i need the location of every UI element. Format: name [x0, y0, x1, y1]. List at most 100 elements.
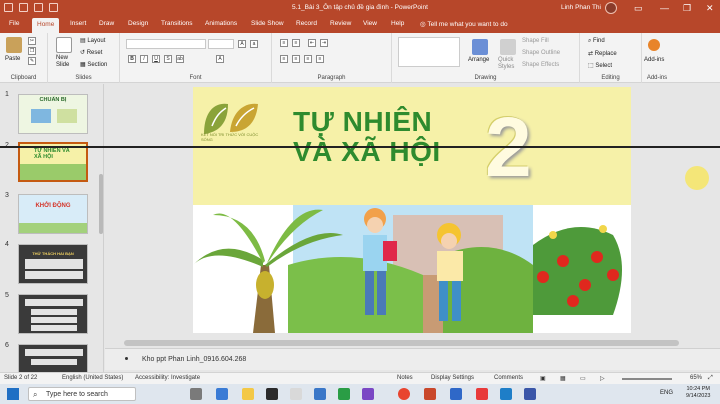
- undo-icon[interactable]: [19, 3, 28, 12]
- input-language[interactable]: ENG: [660, 390, 673, 396]
- store-icon[interactable]: [266, 388, 278, 400]
- align-left-icon[interactable]: ≡: [280, 55, 288, 63]
- reading-view-icon[interactable]: ▭: [580, 375, 586, 382]
- notes-toggle[interactable]: Notes: [397, 375, 413, 381]
- accessibility-status[interactable]: Accessibility: Investigate: [135, 375, 200, 381]
- find-button[interactable]: ⌕ Find: [588, 38, 605, 45]
- language-status[interactable]: English (United States): [62, 375, 123, 381]
- underline-icon[interactable]: U: [152, 55, 160, 63]
- start-from-beginning-icon[interactable]: [49, 3, 58, 12]
- font-size-select[interactable]: [208, 39, 234, 49]
- font-family-select[interactable]: [126, 39, 206, 49]
- tell-me-search[interactable]: ◎ Tell me what you want to do: [420, 20, 508, 28]
- tab-insert[interactable]: Insert: [70, 20, 86, 27]
- onenote-icon[interactable]: [362, 388, 374, 400]
- close-button[interactable]: ✕: [706, 2, 714, 14]
- horizontal-scroll-thumb[interactable]: [124, 340, 679, 346]
- zoom-level[interactable]: 65%: [690, 375, 702, 381]
- align-center-icon[interactable]: ≡: [292, 55, 300, 63]
- excel-icon[interactable]: [338, 388, 350, 400]
- edge-icon[interactable]: [216, 388, 228, 400]
- slideshow-icon[interactable]: ▷: [600, 375, 605, 382]
- increase-font-icon[interactable]: A: [238, 40, 246, 48]
- arrange-button[interactable]: Arrange: [468, 57, 489, 63]
- font-color-icon[interactable]: A: [216, 55, 224, 63]
- decrease-font-icon[interactable]: a: [250, 40, 258, 48]
- tab-slide-show[interactable]: Slide Show: [251, 20, 284, 27]
- shape-fill-button[interactable]: Shape Fill: [522, 38, 549, 44]
- slide-canvas[interactable]: KẾT NỐI TRI THỨC VỚI CUỘC SỐNG TỰ NHIÊN …: [193, 87, 631, 333]
- slide-thumbnail-6[interactable]: [18, 344, 88, 372]
- select-button[interactable]: ⬚ Select: [588, 62, 612, 69]
- bold-icon[interactable]: B: [128, 55, 136, 63]
- slide-thumbnail-5[interactable]: [18, 294, 88, 334]
- increase-indent-icon[interactable]: ⇥: [320, 39, 328, 47]
- numbering-icon[interactable]: ≡: [292, 39, 300, 47]
- tab-transitions[interactable]: Transitions: [161, 20, 193, 27]
- fit-slide-icon[interactable]: ⤢: [708, 375, 713, 382]
- new-slide-button[interactable]: New Slide: [56, 55, 69, 69]
- user-name[interactable]: Linh Phan Thi: [561, 4, 601, 11]
- slide-thumbnail-panel[interactable]: 1 CHUẨN BỊ 2 TỰ NHIÊN VÀ XÃ HỘI 3 KHỞI Đ…: [0, 84, 104, 372]
- arrange-icon[interactable]: [472, 39, 488, 55]
- tab-animations[interactable]: Animations: [205, 20, 237, 27]
- copy-icon[interactable]: ❐: [28, 47, 36, 55]
- shapes-gallery[interactable]: [398, 37, 460, 67]
- shadow-icon[interactable]: S: [164, 55, 172, 63]
- slide-title-line2[interactable]: VÀ XÃ HỘI: [293, 137, 441, 167]
- horizontal-scrollbar[interactable]: [110, 339, 715, 347]
- addins-icon[interactable]: [648, 39, 660, 51]
- align-right-icon[interactable]: ≡: [304, 55, 312, 63]
- slide-illustration[interactable]: [193, 205, 631, 333]
- slide-thumbnail-2[interactable]: TỰ NHIÊN VÀ XÃ HỘI: [18, 142, 88, 182]
- tab-home[interactable]: Home: [32, 18, 60, 33]
- app-icon[interactable]: [524, 388, 536, 400]
- minimize-button[interactable]: —: [660, 2, 669, 14]
- cut-icon[interactable]: ✂: [28, 37, 36, 45]
- ribbon-display-options-icon[interactable]: ▭: [634, 2, 643, 14]
- paste-button[interactable]: Paste: [5, 56, 20, 62]
- comments-toggle[interactable]: Comments: [494, 375, 523, 381]
- addins-button[interactable]: Add-ins: [644, 57, 664, 63]
- section-button[interactable]: ▦ Section: [80, 61, 107, 68]
- shape-outline-button[interactable]: Shape Outline: [522, 50, 560, 56]
- paste-icon[interactable]: [6, 37, 22, 53]
- mail-icon[interactable]: [314, 388, 326, 400]
- italic-icon[interactable]: I: [140, 55, 148, 63]
- slide-thumbnail-4[interactable]: THỬ THÁCH HAI BẠN: [18, 244, 88, 284]
- slide-thumbnail-1[interactable]: CHUẨN BỊ: [18, 94, 88, 134]
- file-explorer-icon[interactable]: [242, 388, 254, 400]
- tab-draw[interactable]: Draw: [99, 20, 114, 27]
- thumbnail-scrollbar[interactable]: [99, 174, 103, 234]
- avatar[interactable]: [605, 2, 617, 14]
- notes-pane[interactable]: Kho ppt Phan Linh_0916.604.268: [105, 348, 720, 370]
- layout-button[interactable]: ▤ Layout: [80, 37, 105, 44]
- speaker-notes-text[interactable]: Kho ppt Phan Linh_0916.604.268: [142, 356, 246, 363]
- strikethrough-icon[interactable]: ab: [176, 55, 184, 63]
- display-settings[interactable]: Display Settings: [431, 375, 474, 381]
- shape-effects-button[interactable]: Shape Effects: [522, 62, 559, 68]
- slide-thumbnail-3[interactable]: KHỞI ĐỘNG: [18, 194, 88, 234]
- word-icon[interactable]: [450, 388, 462, 400]
- restore-button[interactable]: ❐: [683, 2, 691, 14]
- task-view-icon[interactable]: [190, 388, 202, 400]
- normal-view-icon[interactable]: ▣: [540, 375, 546, 382]
- reset-button[interactable]: ↺ Reset: [80, 49, 102, 56]
- quick-styles-icon[interactable]: [500, 39, 516, 55]
- decrease-indent-icon[interactable]: ⇤: [308, 39, 316, 47]
- quick-styles-button[interactable]: Quick Styles: [498, 57, 514, 71]
- save-icon[interactable]: [4, 3, 13, 12]
- tab-design[interactable]: Design: [128, 20, 148, 27]
- redo-icon[interactable]: [34, 3, 43, 12]
- taskbar-search-box[interactable]: ⌕ Type here to search: [28, 387, 136, 401]
- windows-start-icon[interactable]: [7, 388, 19, 400]
- tab-file[interactable]: File: [9, 20, 19, 27]
- tab-view[interactable]: View: [363, 20, 377, 27]
- justify-icon[interactable]: ≡: [316, 55, 324, 63]
- zoom-slider[interactable]: [622, 378, 672, 380]
- tab-record[interactable]: Record: [296, 20, 317, 27]
- replace-button[interactable]: ⇄ Replace: [588, 50, 617, 57]
- app-icon[interactable]: [290, 388, 302, 400]
- tab-review[interactable]: Review: [330, 20, 351, 27]
- zalo-icon[interactable]: [500, 388, 512, 400]
